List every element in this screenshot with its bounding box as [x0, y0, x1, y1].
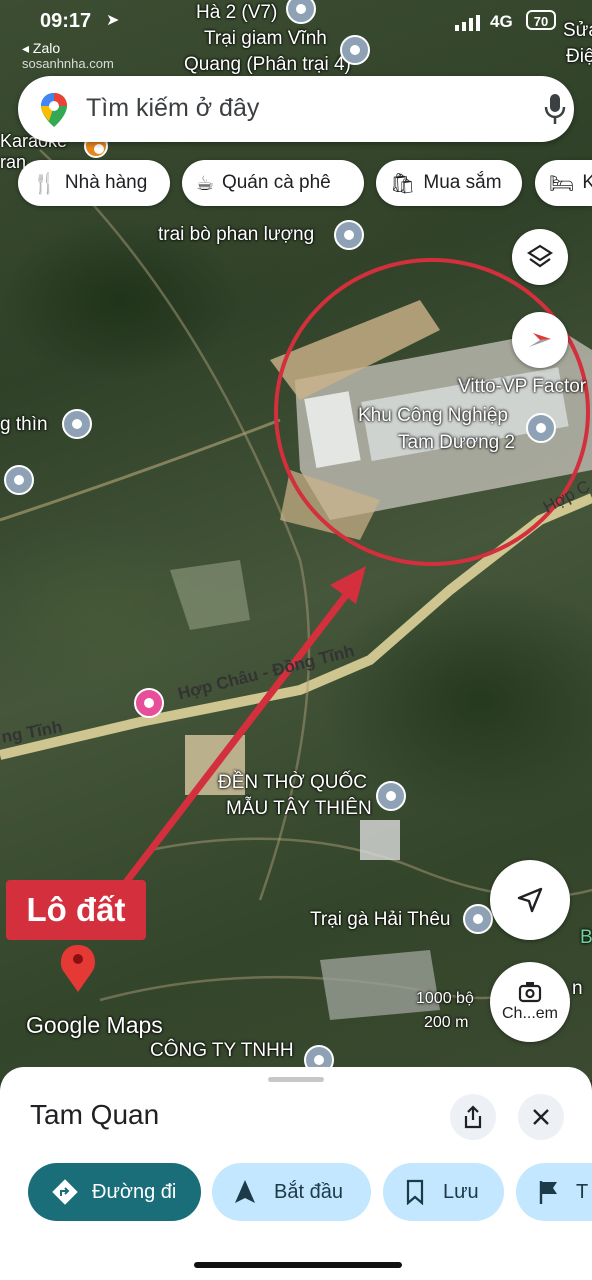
- chicken-farm-pin[interactable]: [463, 904, 493, 934]
- map-label-chicken-farm: Trại gà Hải Thêu: [310, 909, 451, 930]
- google-maps-logo: Google Maps: [26, 1012, 163, 1038]
- label-label: T: [576, 1180, 589, 1203]
- map-label-phan-trai: Quang (Phân trại 4): [184, 54, 351, 75]
- map-label-die: Điệ: [566, 46, 592, 67]
- map-label-industrial-1: Khu Công Nghiệp: [358, 405, 508, 426]
- signal-icon: [455, 14, 483, 31]
- screenshot-search-button[interactable]: Ch...em: [490, 962, 570, 1042]
- directions-icon: [52, 1179, 78, 1205]
- compass-button[interactable]: [512, 312, 568, 368]
- battery-level: 70: [533, 14, 549, 29]
- cow-farm-pin[interactable]: [334, 220, 364, 250]
- google-maps-pin-icon: [41, 93, 67, 127]
- share-button[interactable]: [450, 1094, 496, 1140]
- start-label: Bắt đầu: [274, 1180, 343, 1203]
- temple-pin[interactable]: [376, 781, 406, 811]
- layers-icon: [527, 244, 553, 268]
- scale-text-2: 200 m: [424, 1014, 469, 1031]
- map-label-n: n: [572, 978, 583, 999]
- save-label: Lưu: [443, 1180, 479, 1203]
- share-icon: [464, 1105, 482, 1129]
- chip-hotels[interactable]: 🛏 K: [535, 160, 592, 206]
- shopping-icon: 🛍: [390, 172, 416, 195]
- annotation-label: Lô đất: [26, 891, 126, 928]
- label-button[interactable]: T: [516, 1163, 592, 1221]
- cafe-icon: ☕: [196, 172, 214, 195]
- microphone-icon[interactable]: [544, 94, 566, 126]
- industrial-zone-pin[interactable]: [526, 413, 556, 443]
- flag-icon: [539, 1181, 557, 1204]
- search-bar[interactable]: Tìm kiếm ở đây: [18, 76, 574, 142]
- close-button[interactable]: [518, 1094, 564, 1140]
- status-time: 09:17: [40, 10, 92, 32]
- chip-label: Quán cà phê: [221, 172, 331, 193]
- layers-button[interactable]: [512, 229, 568, 285]
- bookmark-icon: [406, 1179, 424, 1205]
- navigation-icon: [235, 1180, 255, 1203]
- compass-icon: [529, 333, 551, 347]
- back-app-label: Zalo: [32, 40, 61, 56]
- camera-icon: [518, 982, 542, 1003]
- network-label: 4G: [490, 12, 513, 31]
- home-indicator[interactable]: [194, 1262, 402, 1268]
- map-label-temple-1: ĐỀN THỜ QUỐC: [218, 772, 367, 793]
- map-label-left: g thìn: [0, 414, 48, 435]
- save-button[interactable]: Lưu: [383, 1163, 504, 1221]
- map-label-factory: Vitto-VP Factor: [458, 376, 587, 397]
- my-location-button[interactable]: [490, 860, 570, 940]
- map-label-industrial-2: Tam Dương 2: [398, 432, 516, 453]
- hotel-icon: 🛏: [549, 172, 575, 195]
- status-bar: 09:17 ➤ ◂ Zalo sosanhnha.com 4G 70: [0, 8, 592, 71]
- watermark: sosanhnha.com: [22, 56, 114, 71]
- map-label-cow-farm: trai bò phan lượng: [158, 224, 315, 245]
- map-label-b: B: [580, 927, 592, 948]
- map-label-company: CÔNG TY TNHH: [150, 1040, 294, 1061]
- map-label-temple-2: MẪU TÂY THIÊN: [226, 798, 372, 819]
- hotel-pin[interactable]: [134, 688, 164, 718]
- chip-restaurants[interactable]: 🍴 Nhà hàng: [18, 160, 170, 206]
- directions-label: Đường đi: [92, 1180, 177, 1203]
- chip-label: K: [582, 172, 592, 193]
- screenshot-search-label: Ch...em: [501, 1005, 558, 1022]
- chip-shopping[interactable]: 🛍 Mua sắm: [376, 160, 522, 206]
- chip-cafes[interactable]: ☕ Quán cà phê: [182, 160, 364, 206]
- battery-icon: 70: [526, 10, 556, 30]
- chip-label: Nhà hàng: [64, 172, 148, 193]
- close-icon: [533, 1109, 549, 1125]
- annotation-box: Lô đất: [6, 880, 146, 940]
- start-button[interactable]: Bắt đầu: [212, 1163, 371, 1221]
- temple-pin-left[interactable]: [62, 409, 92, 439]
- location-arrow-icon: ➤: [106, 12, 120, 29]
- directions-button[interactable]: Đường đi: [28, 1163, 201, 1221]
- map-pin-left[interactable]: [4, 465, 34, 495]
- back-to-zalo[interactable]: ◂ Zalo: [22, 40, 60, 57]
- sheet-handle[interactable]: [268, 1077, 324, 1082]
- chip-label: Mua sắm: [423, 172, 502, 193]
- restaurant-icon: 🍴: [32, 172, 57, 195]
- navigation-arrow-icon: [517, 887, 543, 913]
- place-title: Tam Quan: [30, 1099, 160, 1130]
- search-input[interactable]: Tìm kiếm ở đây: [86, 94, 259, 123]
- scale-text-1: 1000 bộ: [416, 990, 474, 1007]
